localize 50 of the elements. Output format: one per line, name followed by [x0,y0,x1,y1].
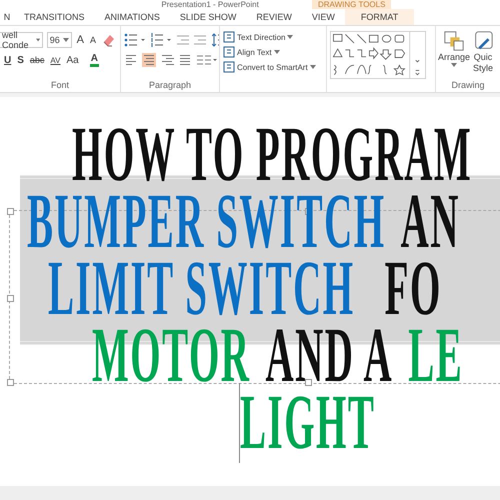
arrange-icon [443,30,466,52]
slide-title-text: FO [384,258,442,318]
font-color-button[interactable]: A [90,53,99,67]
columns-icon[interactable] [196,54,218,66]
bullets-icon[interactable] [124,33,146,47]
window-title: Presentation1 - PowerPoint [161,0,259,9]
group-label: Drawing [450,80,486,90]
quick-styles-button[interactable]: Quic Style [472,30,494,74]
change-case-button[interactable]: Aa [66,54,80,66]
dropdown-icon [36,38,40,42]
eraser-icon[interactable] [101,32,117,48]
dropdown-icon [62,38,69,42]
slide-title-text: LIMIT SWITCH [48,258,355,318]
underline-button[interactable]: U [3,54,12,66]
numbering-icon[interactable] [150,33,172,47]
group-label: Paragraph [148,80,192,90]
align-button[interactable] [178,53,192,67]
dropdown-icon [451,63,458,67]
text-box-icon [223,61,235,73]
shadow-button[interactable]: S [16,54,25,66]
slide-title-text: AN [400,190,460,250]
ribbon-command[interactable]: Text Direction [223,31,294,43]
font-size-field[interactable]: 96 [46,32,72,48]
text-box-icon [223,31,235,43]
slide-title-text: BUMPER SWITCH [27,190,386,250]
grow-font-button[interactable]: A [76,34,85,46]
align-button[interactable] [160,53,174,67]
dropdown-icon [274,50,280,54]
slide-title-text: HOW TO PROGRAM [72,124,472,184]
dropdown-icon [310,65,316,69]
align-button[interactable] [142,53,156,67]
arrange-button[interactable]: Arrange [438,30,470,67]
dropdown-icon [287,35,294,39]
contextual-tab-label: DRAWING TOOLS [312,0,392,9]
slide-title-text: AND A [265,324,394,384]
quick-styles-icon [472,30,494,52]
text-box-icon [223,46,235,58]
font-name-field[interactable]: well Conde [0,32,43,48]
ribbon-command[interactable]: Convert to SmartArt [223,61,316,73]
shrink-font-button[interactable]: A [88,35,97,45]
ribbon-command[interactable]: Align Text [223,46,280,58]
slide-title-text: LE [408,324,464,384]
shapes-gallery[interactable] [330,30,426,80]
strikethrough-button[interactable]: abc [28,55,46,65]
ribbon-tab[interactable]: FORMAT [344,9,414,25]
slide-title-text: LIGHT [240,392,376,452]
slide-title-text: MOTOR [92,324,250,384]
group-label: Font [50,80,70,90]
align-button[interactable] [124,53,138,67]
character-spacing-button[interactable]: AV [49,56,62,64]
